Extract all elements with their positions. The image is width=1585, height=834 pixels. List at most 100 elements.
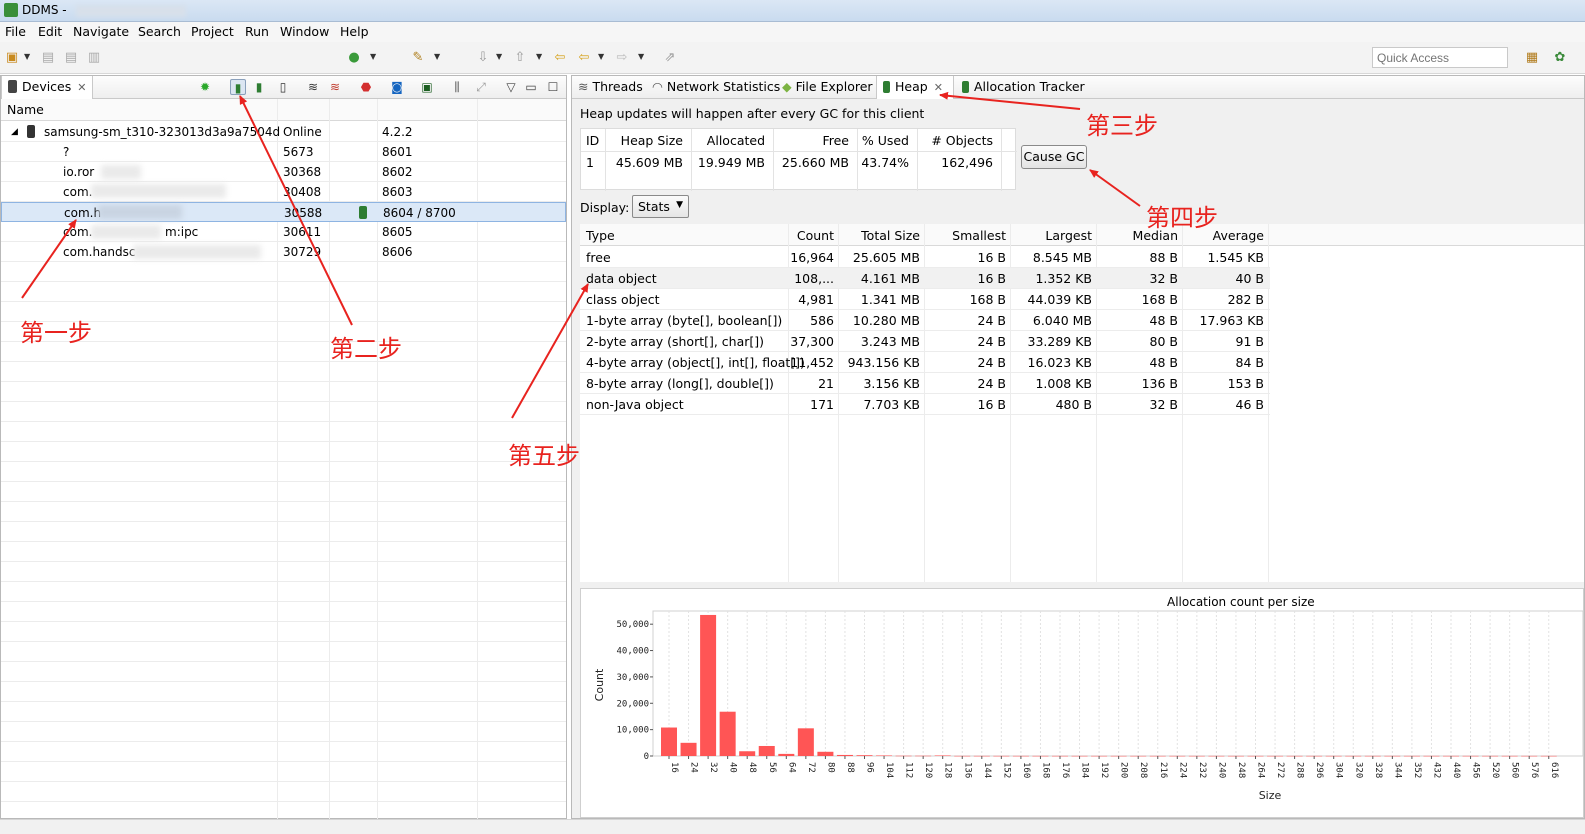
next-annotation-dropdown-icon[interactable]: ▼ bbox=[496, 52, 502, 61]
close-icon[interactable]: ✕ bbox=[77, 81, 86, 94]
summary-id: 1 bbox=[586, 155, 594, 170]
client-row[interactable]: com.handsc 30729 8606 bbox=[1, 242, 566, 262]
client-row[interactable]: com. 30408 8603 bbox=[1, 182, 566, 202]
client-row[interactable]: io.ror 30368 8602 bbox=[1, 162, 566, 182]
systrace-icon[interactable]: ⫼ bbox=[449, 79, 465, 95]
empty-row bbox=[1, 642, 566, 662]
save-icon[interactable]: ▤ bbox=[40, 50, 56, 66]
tools-dropdown-icon[interactable]: ▼ bbox=[434, 52, 440, 61]
stats-cell-largest: 33.289 KB bbox=[1027, 334, 1092, 349]
stats-row[interactable]: data object 108,... 4.161 MB 16 B 1.352 KB 32… bbox=[580, 268, 1270, 289]
summary-heap-size: 45.609 MB bbox=[615, 155, 683, 170]
screen-capture-icon[interactable]: ◙ bbox=[389, 79, 405, 95]
back-dropdown-icon[interactable]: ▼ bbox=[598, 52, 604, 61]
client-row[interactable]: com. m:ipc 30611 8605 bbox=[1, 222, 566, 242]
stats-cell-total-size: 1.341 MB bbox=[860, 292, 920, 307]
minimize-icon[interactable]: ▭ bbox=[523, 79, 539, 95]
x-tick-label: 576 bbox=[1529, 762, 1539, 778]
prev-annotation-dropdown-icon[interactable]: ▼ bbox=[536, 52, 542, 61]
stats-header-type[interactable]: Type bbox=[586, 228, 615, 243]
cause-gc-button[interactable]: Cause GC bbox=[1021, 145, 1087, 169]
stats-header-largest[interactable]: Largest bbox=[1045, 228, 1092, 243]
start-method-profiling-icon[interactable]: ≋ bbox=[327, 79, 343, 95]
menu-edit[interactable]: Edit bbox=[38, 24, 62, 39]
menu-window[interactable]: Window bbox=[280, 24, 329, 39]
cause-gc-icon[interactable]: ▯ bbox=[275, 79, 291, 95]
stats-header-count[interactable]: Count bbox=[797, 228, 834, 243]
run-dropdown-icon[interactable]: ▼ bbox=[370, 52, 376, 61]
print-icon[interactable]: ▥ bbox=[86, 50, 102, 66]
quick-access-input[interactable] bbox=[1372, 47, 1508, 68]
run-icon[interactable]: ● bbox=[346, 50, 362, 66]
menu-search[interactable]: Search bbox=[138, 24, 181, 39]
tab-threads[interactable]: ≋ Threads bbox=[572, 76, 649, 99]
stats-header-total-size[interactable]: Total Size bbox=[861, 228, 920, 243]
tools-icon[interactable]: ✎ bbox=[410, 50, 426, 66]
column-header-name[interactable]: Name bbox=[7, 102, 44, 117]
stats-row[interactable]: non-Java object 171 7.703 KB 16 B 480 B 32 B 4… bbox=[580, 394, 1270, 415]
bar bbox=[719, 711, 736, 756]
tab-devices[interactable]: Devices ✕ bbox=[1, 76, 93, 99]
client-row-selected[interactable]: com.h 30588 8604 / 8700 bbox=[1, 202, 566, 222]
menu-navigate[interactable]: Navigate bbox=[73, 24, 129, 39]
client-row[interactable]: ? 5673 8601 bbox=[1, 142, 566, 162]
close-icon[interactable]: ✕ bbox=[934, 81, 943, 94]
menu-file[interactable]: File bbox=[5, 24, 26, 39]
tab-network-statistics[interactable]: ◠ Network Statistics bbox=[646, 76, 786, 99]
x-tick-label: 320 bbox=[1353, 762, 1363, 778]
maximize-icon[interactable]: ☐ bbox=[545, 79, 561, 95]
stats-header-smallest[interactable]: Smallest bbox=[952, 228, 1006, 243]
debug-process-icon[interactable]: ✹ bbox=[197, 79, 213, 95]
stats-cell-type: free bbox=[586, 250, 611, 265]
tab-heap[interactable]: Heap ✕ bbox=[876, 76, 954, 99]
x-tick-label: 96 bbox=[865, 762, 875, 773]
dump-hprof-icon[interactable]: ▮ bbox=[251, 79, 267, 95]
ddms-perspective-icon[interactable]: ✿ bbox=[1552, 50, 1568, 66]
tab-file-explorer[interactable]: ◆ File Explorer bbox=[776, 76, 879, 99]
stop-process-icon[interactable]: ⬣ bbox=[358, 79, 374, 95]
device-row[interactable]: ◢ samsung-sm_t310-323013d3a9a7504d Onlin… bbox=[1, 122, 566, 142]
display-select[interactable]: Stats ▼ bbox=[632, 195, 689, 218]
stats-row[interactable]: 8-byte array (long[], double[]) 21 3.156 K… bbox=[580, 373, 1270, 394]
empty-row bbox=[1, 602, 566, 622]
new-icon[interactable]: ▣ bbox=[4, 50, 20, 66]
dump-view-hierarchy-icon[interactable]: ▣ bbox=[419, 79, 435, 95]
stats-row[interactable]: 4-byte array (object[], int[], float[]) 1… bbox=[580, 352, 1270, 373]
stats-row[interactable]: 2-byte array (short[], char[]) 37,300 3.24… bbox=[580, 331, 1270, 352]
open-perspective-icon[interactable]: ▦ bbox=[1524, 50, 1540, 66]
back-icon[interactable]: ⇦ bbox=[576, 50, 592, 66]
stats-row[interactable]: free 16,964 25.605 MB 16 B 8.545 MB 88 B 1.545… bbox=[580, 247, 1270, 268]
stats-row[interactable]: 1-byte array (byte[], boolean[]) 586 10.28… bbox=[580, 310, 1270, 331]
last-edit-icon[interactable]: ⇦ bbox=[552, 50, 568, 66]
summary-header-heap-size: Heap Size bbox=[620, 133, 683, 148]
stats-cell-average: 91 B bbox=[1235, 334, 1264, 349]
y-tick-label: 0 bbox=[644, 752, 649, 762]
next-annotation-icon[interactable]: ⇩ bbox=[475, 50, 491, 66]
x-tick-label: 112 bbox=[904, 762, 914, 778]
tab-allocation-tracker[interactable]: Allocation Tracker bbox=[956, 76, 1091, 99]
forward-icon[interactable]: ⇨ bbox=[614, 50, 630, 66]
prev-annotation-icon[interactable]: ⇧ bbox=[512, 50, 528, 66]
summary-divider bbox=[691, 129, 692, 191]
pin-editor-icon[interactable]: ⇗ bbox=[662, 50, 678, 66]
menu-project[interactable]: Project bbox=[191, 24, 234, 39]
stats-cell-average: 1.545 KB bbox=[1207, 250, 1264, 265]
save-all-icon[interactable]: ▤ bbox=[63, 50, 79, 66]
view-menu-icon[interactable]: ▽ bbox=[503, 79, 519, 95]
x-tick-label: 168 bbox=[1040, 762, 1050, 778]
new-dropdown-icon[interactable]: ▼ bbox=[24, 52, 30, 61]
menu-help[interactable]: Help bbox=[340, 24, 369, 39]
stats-row[interactable]: class object 4,981 1.341 MB 168 B 44.039 KB 1… bbox=[580, 289, 1270, 310]
menu-run[interactable]: Run bbox=[245, 24, 269, 39]
opengl-trace-icon[interactable]: ⤢ bbox=[473, 79, 489, 95]
x-tick-label: 88 bbox=[845, 762, 855, 773]
device-status: Online bbox=[283, 125, 322, 139]
stats-header-average[interactable]: Average bbox=[1213, 228, 1264, 243]
x-tick-label: 328 bbox=[1373, 762, 1383, 778]
forward-dropdown-icon[interactable]: ▼ bbox=[638, 52, 644, 61]
update-heap-icon[interactable]: ▮ bbox=[230, 79, 246, 95]
update-threads-icon[interactable]: ≋ bbox=[305, 79, 321, 95]
expand-arrow-icon[interactable]: ◢ bbox=[11, 127, 18, 137]
allocation-tracker-icon bbox=[962, 81, 969, 93]
x-tick-label: 304 bbox=[1334, 762, 1344, 778]
